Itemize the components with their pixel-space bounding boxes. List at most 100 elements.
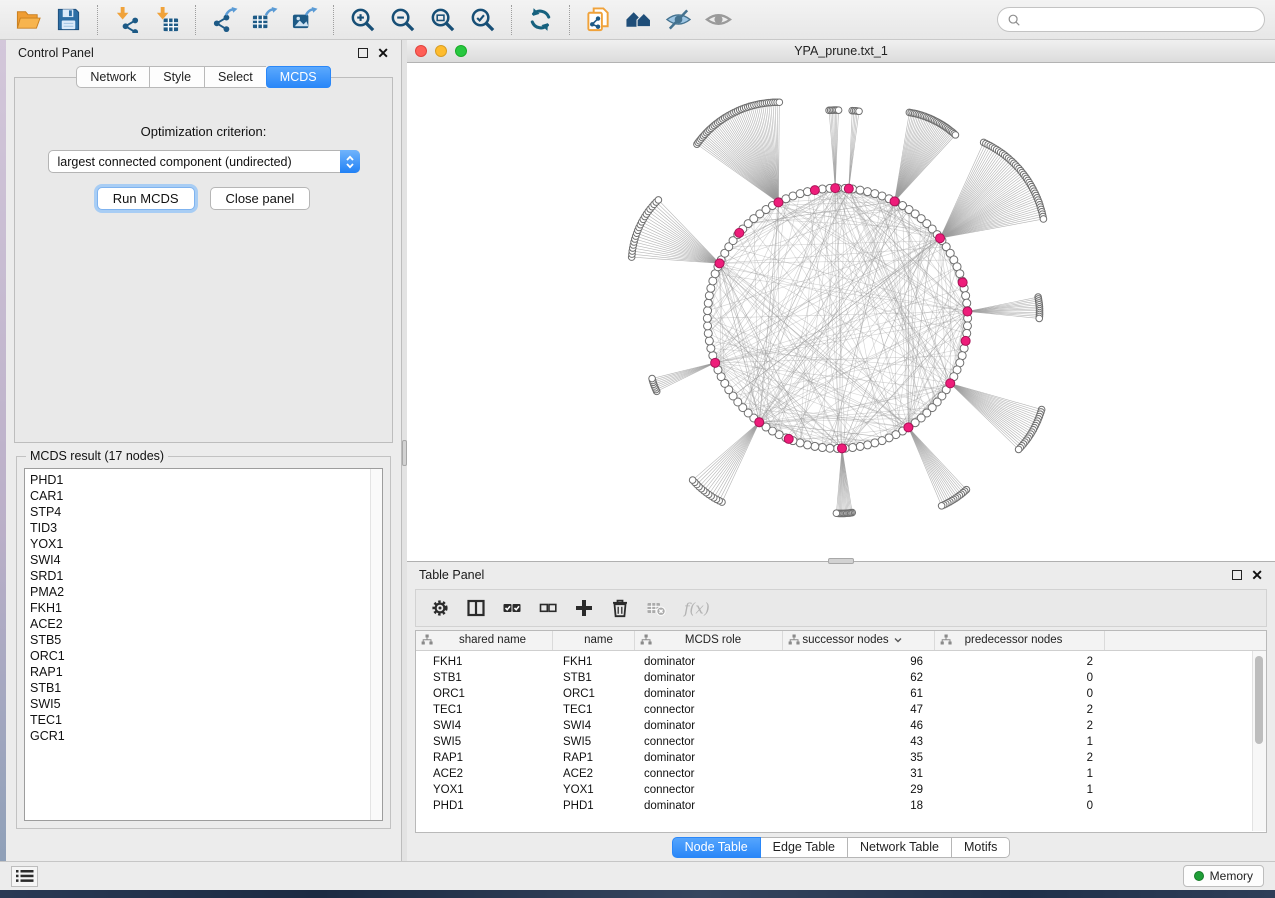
table-row[interactable]: SWI4SWI4dominator462 [416,718,1266,734]
mcds-list-scrollbar[interactable] [370,469,382,820]
table-row[interactable]: STB1STB1dominator620 [416,670,1266,686]
tab-edge-table[interactable]: Edge Table [761,837,848,858]
import-network-button[interactable] [108,4,145,36]
vertical-splitter-handle[interactable] [402,440,407,466]
zoom-out-button[interactable] [384,4,421,36]
open-file-icon [15,6,42,33]
column-header-name[interactable]: name [553,631,635,650]
mcds-result-items: PHD1CAR1STP4TID3YOX1SWI4SRD1PMA2FKH1ACE2… [25,469,370,820]
table-cell: YOX1 [416,784,553,796]
table-row[interactable]: RAP1RAP1dominator352 [416,750,1266,766]
settings-button[interactable] [430,598,450,618]
memory-status-icon [1194,871,1204,881]
network-canvas[interactable] [407,63,1275,561]
clone-network-button[interactable] [580,4,617,36]
network-window-titlebar[interactable]: YPA_prune.txt_1 [407,40,1275,63]
list-icon [16,869,34,883]
search-input[interactable] [1026,12,1255,28]
table-cell: ACE2 [553,768,635,780]
hide-selected-button[interactable] [660,4,697,36]
table-scrollbar[interactable] [1252,651,1266,831]
table-row[interactable]: PHD1PHD1dominator180 [416,798,1266,814]
apply-preferred-layout-button[interactable] [522,4,559,36]
horizontal-splitter-handle[interactable] [828,558,854,564]
mcds-result-item[interactable]: TEC1 [30,712,370,728]
tab-network-table[interactable]: Network Table [848,837,952,858]
deselect-all-button[interactable] [538,598,558,618]
export-network-button[interactable] [206,4,243,36]
tab-mcds[interactable]: MCDS [266,66,331,88]
table-panel-close-icon[interactable]: ✕ [1251,568,1263,582]
window-maximize-button[interactable] [455,45,467,57]
control-panel-close-icon[interactable]: ✕ [377,46,389,60]
mcds-result-item[interactable]: PMA2 [30,584,370,600]
table-cell: RAP1 [553,752,635,764]
window-minimize-button[interactable] [435,45,447,57]
table-row[interactable]: SWI5SWI5connector431 [416,734,1266,750]
export-table-button[interactable] [246,4,283,36]
zoom-fit-button[interactable] [424,4,461,36]
table-row[interactable]: TEC1TEC1connector472 [416,702,1266,718]
delete-columns-button[interactable] [610,598,630,618]
zoom-in-button[interactable] [344,4,381,36]
mcds-result-item[interactable]: TID3 [30,520,370,536]
mcds-result-item[interactable]: STP4 [30,504,370,520]
select-all-button[interactable] [502,598,522,618]
open-file-button[interactable] [10,4,47,36]
panel-list-button[interactable] [11,866,38,887]
mcds-result-item[interactable]: SWI4 [30,552,370,568]
mcds-result-item[interactable]: RAP1 [30,664,370,680]
column-label: shared name [459,634,526,646]
table-cell: ORC1 [553,688,635,700]
mcds-result-item[interactable]: PHD1 [30,472,370,488]
tab-network[interactable]: Network [76,66,149,88]
mcds-result-item[interactable]: STB5 [30,632,370,648]
table-cell: connector [635,704,783,716]
export-image-button[interactable] [286,4,323,36]
close-panel-button[interactable]: Close panel [210,187,311,210]
tab-node-table[interactable]: Node Table [672,837,761,858]
table-row[interactable]: ORC1ORC1dominator610 [416,686,1266,702]
import-table-button[interactable] [148,4,185,36]
mcds-result-list[interactable]: PHD1CAR1STP4TID3YOX1SWI4SRD1PMA2FKH1ACE2… [24,468,383,821]
run-mcds-button[interactable]: Run MCDS [97,187,195,210]
table-panel-float-icon[interactable] [1232,570,1242,580]
table-row[interactable]: FKH1FKH1dominator962 [416,654,1266,670]
mcds-result-item[interactable]: SWI5 [30,696,370,712]
mcds-result-item[interactable]: ORC1 [30,648,370,664]
mcds-result-item[interactable]: YOX1 [30,536,370,552]
table-row[interactable]: YOX1YOX1connector291 [416,782,1266,798]
tab-motifs[interactable]: Motifs [952,837,1010,858]
mcds-result-item[interactable]: SRD1 [30,568,370,584]
tab-style[interactable]: Style [149,66,204,88]
table-cell: 47 [783,704,935,716]
mcds-result-item[interactable]: CAR1 [30,488,370,504]
column-header-shared-name[interactable]: shared name [416,631,553,650]
window-close-button[interactable] [415,45,427,57]
toolbar-separator [195,5,196,35]
first-neighbors-button[interactable] [620,4,657,36]
show-all-button[interactable] [700,4,737,36]
table-cell: connector [635,784,783,796]
tab-select[interactable]: Select [204,66,266,88]
add-column-button[interactable] [574,598,594,618]
memory-button[interactable]: Memory [1183,865,1264,887]
clone-network-icon [585,6,612,33]
mcds-result-item[interactable]: STB1 [30,680,370,696]
table-row[interactable]: ACE2ACE2connector311 [416,766,1266,782]
optimization-criterion-select[interactable]: largest connected component (undirected) [48,150,360,173]
main-toolbar [0,0,1275,40]
column-header-mcds-role[interactable]: MCDS role [635,631,783,650]
table-scrollbar-thumb[interactable] [1255,656,1263,744]
zoom-selected-icon [469,6,496,33]
mcds-result-item[interactable]: GCR1 [30,728,370,744]
column-header-successor-nodes[interactable]: successor nodes [783,631,935,650]
control-panel-float-icon[interactable] [358,48,368,58]
search-box[interactable] [997,7,1265,32]
zoom-selected-button[interactable] [464,4,501,36]
mcds-result-item[interactable]: ACE2 [30,616,370,632]
mcds-result-item[interactable]: FKH1 [30,600,370,616]
show-columns-button[interactable] [466,598,486,618]
column-header-predecessor-nodes[interactable]: predecessor nodes [935,631,1105,650]
save-session-button[interactable] [50,4,87,36]
